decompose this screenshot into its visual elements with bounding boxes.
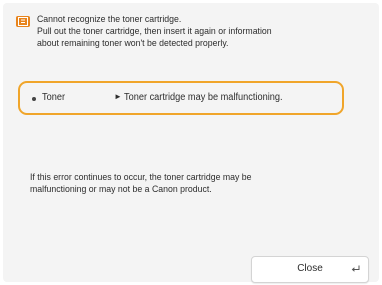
error-dialog: Cannot recognize the toner cartridge. Pu… (3, 3, 379, 283)
arrow-right-icon: ► (114, 92, 122, 101)
close-button[interactable]: Close (251, 256, 369, 283)
error-note-line: If this error continues to occur, the to… (30, 172, 252, 183)
error-message-line: Pull out the toner cartridge, then inser… (37, 26, 272, 37)
error-message-line: Cannot recognize the toner cartridge. (37, 14, 182, 25)
enter-return-icon (351, 259, 360, 277)
toner-status-item[interactable]: Toner ► Toner cartridge may be malfuncti… (18, 81, 344, 115)
status-item-message: Toner cartridge may be malfunctioning. (124, 92, 283, 103)
error-message-line: about remaining toner won't be detected … (37, 38, 229, 49)
bullet-icon (32, 97, 36, 101)
error-note: If this error continues to occur, the to… (30, 172, 324, 196)
error-message: Cannot recognize the toner cartridge. Pu… (37, 14, 342, 50)
warning-icon (16, 16, 30, 27)
error-note-line: malfunctioning or may not be a Canon pro… (30, 184, 212, 195)
status-item-label: Toner (42, 92, 66, 103)
